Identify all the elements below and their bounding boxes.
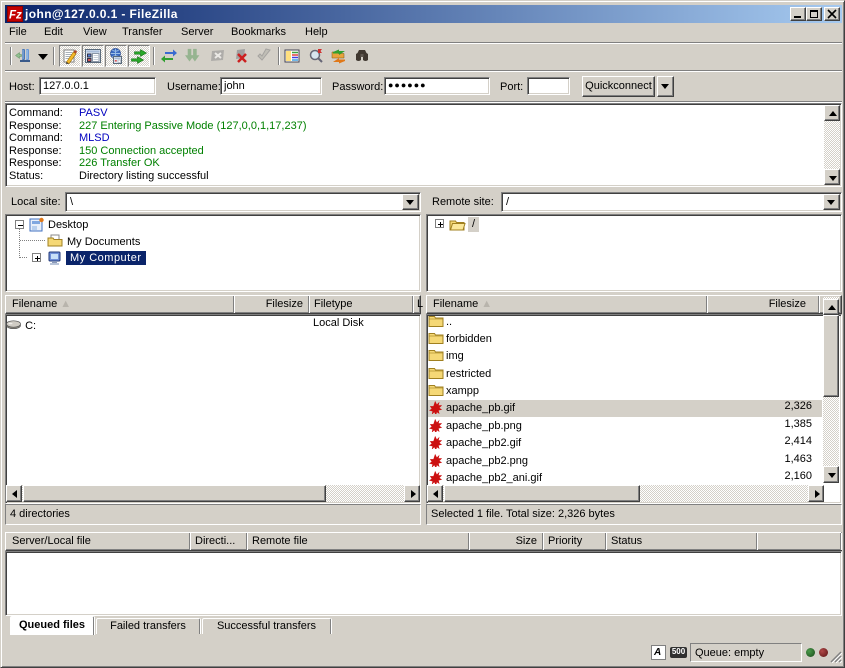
svg-text:Fz: Fz [9, 10, 22, 22]
